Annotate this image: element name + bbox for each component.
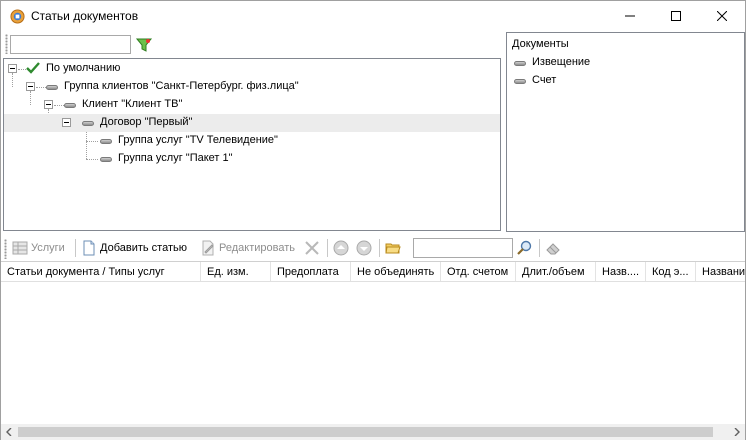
column-header[interactable]: Название — [696, 262, 745, 281]
node-icon — [100, 157, 112, 162]
upper-area: По умолчанию Группа клиентов "Санкт-Пете… — [1, 32, 745, 232]
tree-item-client-group[interactable]: Группа клиентов "Санкт-Петербург. физ.ли… — [4, 78, 500, 96]
toolbar-separator — [539, 239, 540, 257]
toolbar-separator — [75, 239, 76, 257]
column-header[interactable]: Ед. изм. — [201, 262, 271, 281]
toolbar-separator — [379, 239, 380, 257]
tree-item-label: Группа услуг "Пакет 1" — [118, 152, 233, 164]
find-button[interactable] — [516, 238, 535, 258]
toolbar-separator — [327, 239, 328, 257]
toolbar-grip[interactable] — [4, 239, 7, 259]
tree-item-client[interactable]: Клиент "Клиент ТВ" — [4, 96, 500, 114]
document-label: Счет — [532, 74, 557, 86]
check-icon — [26, 62, 40, 74]
folder-icon — [385, 243, 401, 254]
documents-pane: Документы Извещение Счет — [506, 32, 745, 232]
clear-button[interactable] — [545, 238, 564, 258]
minimize-button[interactable] — [607, 1, 653, 31]
column-header[interactable]: Предоплата — [271, 262, 351, 281]
tree-item-label: По умолчанию — [46, 62, 121, 74]
tree-item-service-group-package[interactable]: Группа услуг "Пакет 1" — [4, 150, 500, 168]
node-icon — [514, 79, 526, 84]
tree-pane: По умолчанию Группа клиентов "Санкт-Пете… — [3, 32, 501, 232]
edit-icon — [202, 240, 214, 256]
documents-header: Документы — [512, 38, 569, 50]
maximize-button[interactable] — [653, 1, 699, 31]
grid-icon — [12, 241, 28, 255]
column-header[interactable]: Статьи документа / Типы услуг — [1, 262, 201, 281]
tree-item-label: Договор "Первый" — [100, 116, 193, 128]
new-document-icon — [83, 240, 95, 256]
title-bar: Статьи документов — [1, 1, 745, 32]
collapse-toggle[interactable] — [44, 100, 53, 109]
move-up-button[interactable] — [333, 238, 352, 258]
minimize-icon — [625, 15, 635, 17]
document-item-notice[interactable]: Извещение — [512, 54, 732, 72]
articles-grid[interactable]: Статьи документа / Типы услуг Ед. изм. П… — [1, 261, 745, 424]
tree-item-label: Клиент "Клиент ТВ" — [82, 98, 183, 110]
node-icon — [82, 121, 94, 126]
column-header[interactable]: Код э... — [646, 262, 696, 281]
scrollbar-thumb[interactable] — [18, 427, 713, 437]
grid-header: Статьи документа / Типы услуг Ед. изм. П… — [1, 262, 745, 282]
delete-button[interactable] — [304, 238, 323, 258]
services-button[interactable]: Услуги — [12, 238, 65, 258]
tree-item-label: Группа клиентов "Санкт-Петербург. физ.ли… — [64, 80, 299, 92]
add-article-button[interactable]: Добавить статью — [81, 238, 187, 258]
tree-search-input[interactable] — [10, 35, 131, 54]
document-label: Извещение — [532, 56, 591, 68]
tree-item-service-group-tv[interactable]: Группа услуг "TV Телевидение" — [4, 132, 500, 150]
document-item-invoice[interactable]: Счет — [512, 72, 732, 90]
collapse-toggle[interactable] — [26, 82, 35, 91]
grid-search-input[interactable] — [413, 238, 513, 258]
arrow-down-icon — [356, 240, 372, 256]
horizontal-scrollbar[interactable] — [1, 424, 745, 440]
column-header[interactable]: Длит./объем — [516, 262, 596, 281]
edit-button[interactable]: Редактировать — [200, 238, 295, 258]
open-folder-button[interactable] — [385, 238, 404, 258]
edit-label: Редактировать — [219, 242, 295, 254]
node-icon — [100, 139, 112, 144]
arrow-up-icon — [333, 240, 349, 256]
toolbar: Услуги Добавить статью Редактировать — [1, 236, 745, 260]
node-icon — [46, 85, 58, 90]
tree-item-default[interactable]: По умолчанию — [4, 60, 500, 78]
chevron-left-icon — [6, 428, 12, 436]
toolbar-grip[interactable] — [5, 34, 8, 54]
eraser-icon — [546, 243, 560, 255]
filter-icon[interactable] — [135, 36, 153, 54]
services-label: Услуги — [31, 242, 65, 254]
collapse-toggle[interactable] — [8, 64, 17, 73]
maximize-icon — [671, 11, 681, 21]
node-icon — [64, 103, 76, 108]
close-button[interactable] — [699, 1, 745, 31]
tree-item-label: Группа услуг "TV Телевидение" — [118, 134, 278, 146]
chevron-right-icon — [734, 428, 740, 436]
column-header[interactable]: Отд. счетом — [441, 262, 516, 281]
scroll-left-button[interactable] — [1, 424, 17, 440]
close-icon — [717, 11, 727, 21]
collapse-toggle[interactable] — [62, 118, 71, 127]
tree-item-contract[interactable]: Договор "Первый" — [4, 114, 500, 132]
node-icon — [514, 61, 526, 66]
window: Статьи документов По умолчанию Группа кл… — [0, 0, 746, 440]
column-header[interactable]: Не объединять — [351, 262, 441, 281]
scroll-right-button[interactable] — [729, 424, 745, 440]
add-article-label: Добавить статью — [100, 242, 187, 254]
window-title: Статьи документов — [31, 9, 139, 23]
move-down-button[interactable] — [356, 238, 375, 258]
app-icon — [10, 9, 25, 24]
search-icon — [517, 240, 532, 255]
delete-icon — [305, 241, 319, 255]
column-header[interactable]: Назв.... — [596, 262, 646, 281]
tree-view[interactable]: По умолчанию Группа клиентов "Санкт-Пете… — [3, 58, 501, 231]
